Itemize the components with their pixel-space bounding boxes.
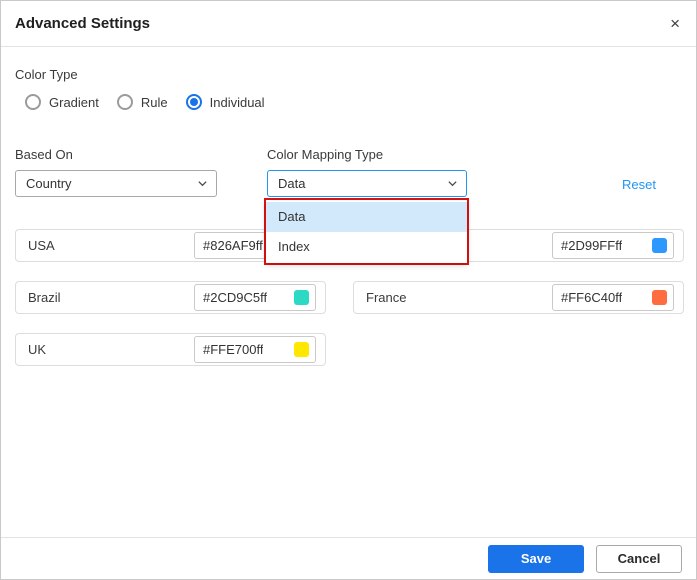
color-swatch[interactable] xyxy=(294,290,309,305)
color-mapping-type-label: Color Mapping Type xyxy=(267,147,384,162)
radio-circle-icon xyxy=(116,94,133,110)
dropdown-option-index[interactable]: Index xyxy=(266,232,467,262)
color-type-radio-group: Gradient Rule Individual xyxy=(25,94,265,110)
hex-value: #FFE700ff xyxy=(203,342,264,357)
annotation-highlight-box: Data Index xyxy=(264,198,469,265)
advanced-settings-dialog: Advanced Settings × Color Type Gradient … xyxy=(0,0,697,580)
radio-gradient-label: Gradient xyxy=(49,94,99,110)
color-swatch[interactable] xyxy=(652,290,667,305)
color-value-field[interactable]: #2D99FFff xyxy=(552,232,674,259)
card-label: USA xyxy=(28,238,55,253)
hex-value: #FF6C40ff xyxy=(561,290,623,305)
chevron-down-icon xyxy=(197,178,208,189)
save-button[interactable]: Save xyxy=(488,544,584,573)
radio-gradient[interactable]: Gradient xyxy=(25,94,99,110)
color-value-field[interactable]: #FFE700ff xyxy=(194,336,316,363)
color-mapping-type-dropdown-list: Data Index xyxy=(266,200,467,263)
based-on-selected-value: Country xyxy=(26,176,72,191)
chevron-down-icon xyxy=(447,178,458,189)
radio-circle-icon xyxy=(25,94,41,110)
close-icon[interactable]: × xyxy=(670,15,680,32)
color-type-label: Color Type xyxy=(15,67,78,82)
radio-individual[interactable]: Individual xyxy=(185,94,265,110)
radio-rule[interactable]: Rule xyxy=(116,94,168,110)
card-label: France xyxy=(366,290,407,305)
cancel-button[interactable]: Cancel xyxy=(596,544,682,573)
radio-individual-label: Individual xyxy=(209,94,265,110)
based-on-select[interactable]: Country xyxy=(15,170,217,197)
card-label: UK xyxy=(28,342,47,357)
color-mapping-type-selected-value: Data xyxy=(278,176,306,191)
dropdown-option-data[interactable]: Data xyxy=(266,202,467,232)
color-card-brazil: Brazil #2CD9C5ff xyxy=(15,281,326,314)
color-value-field[interactable]: #FF6C40ff xyxy=(552,284,674,311)
color-card-france: France #FF6C40ff xyxy=(353,281,684,314)
dialog-header: Advanced Settings × xyxy=(1,1,696,47)
card-label: Brazil xyxy=(28,290,61,305)
hex-value: #826AF9ff xyxy=(203,238,263,253)
color-swatch[interactable] xyxy=(652,238,667,253)
dialog-footer: Save Cancel xyxy=(1,537,696,579)
hex-value: #2CD9C5ff xyxy=(203,290,268,305)
color-card-uk: UK #FFE700ff xyxy=(15,333,326,366)
hex-value: #2D99FFff xyxy=(561,238,623,253)
based-on-label: Based On xyxy=(15,147,73,162)
color-swatch[interactable] xyxy=(294,342,309,357)
reset-link[interactable]: Reset xyxy=(622,177,656,192)
color-mapping-type-select[interactable]: Data xyxy=(267,170,467,197)
radio-circle-icon xyxy=(185,94,202,110)
color-value-field[interactable]: #2CD9C5ff xyxy=(194,284,316,311)
radio-rule-label: Rule xyxy=(140,94,168,110)
dialog-title: Advanced Settings xyxy=(15,15,151,32)
